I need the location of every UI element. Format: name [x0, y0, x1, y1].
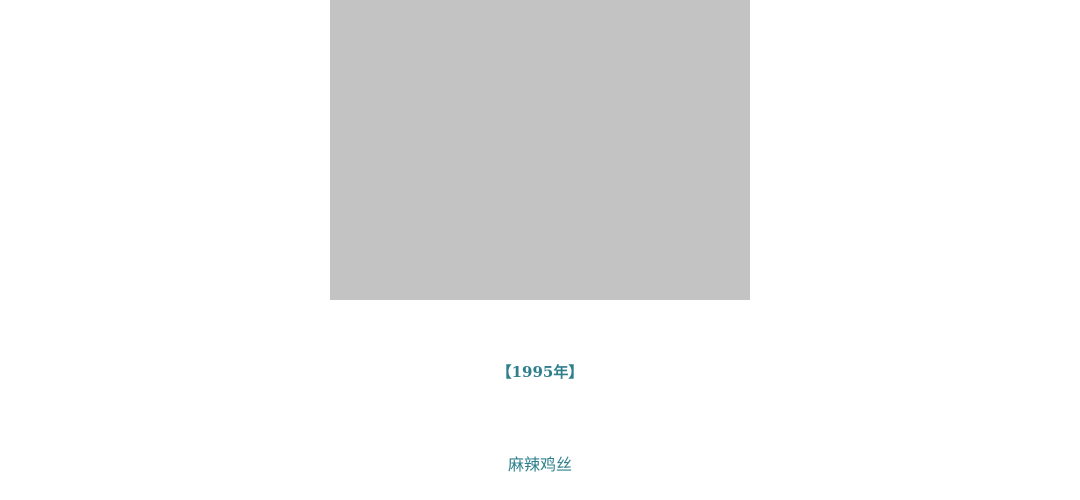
year-heading: 【1995年】 [496, 363, 584, 381]
article-page: 【1995年】 麻辣鸡丝 [0, 0, 1080, 500]
dish-caption: 麻辣鸡丝 [507, 455, 572, 474]
article-image [330, 0, 750, 300]
